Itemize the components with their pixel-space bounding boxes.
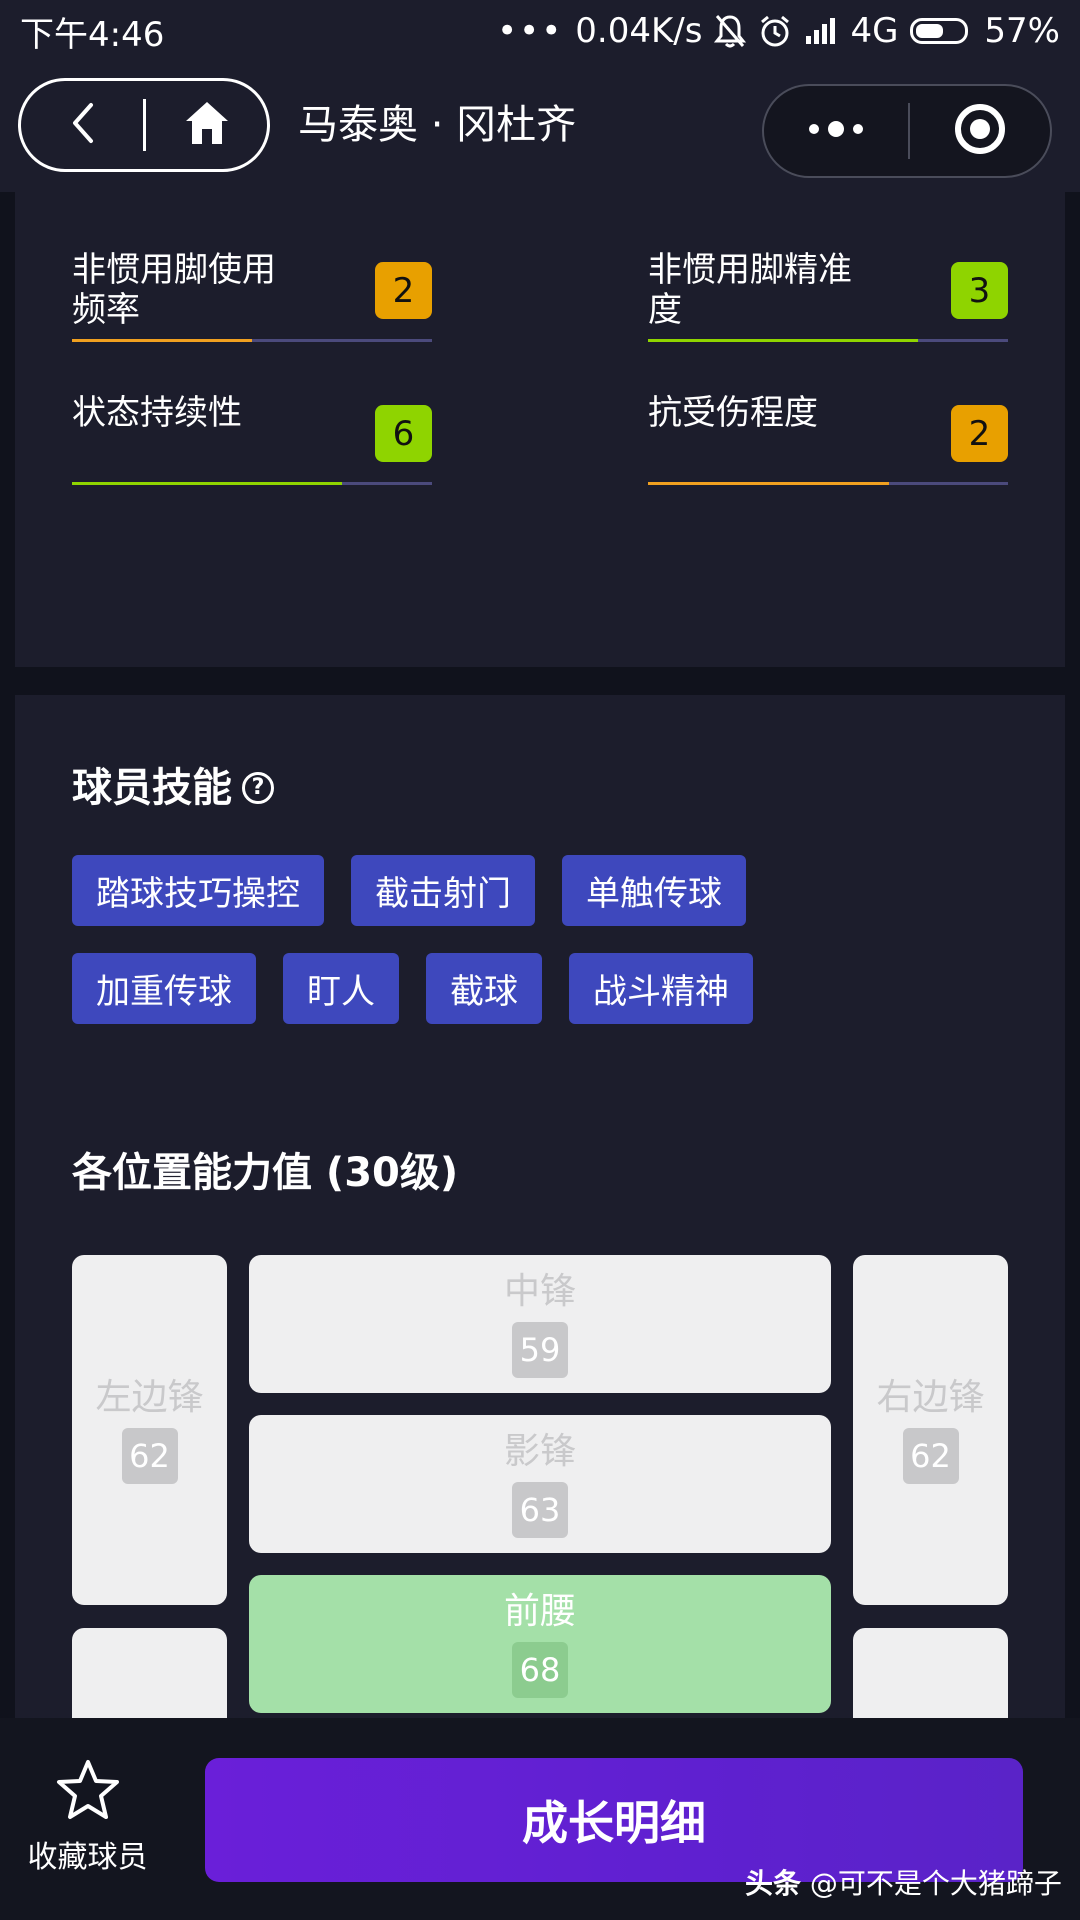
battery-icon <box>910 18 969 44</box>
watermark-source: 头条 <box>745 1867 802 1900</box>
favorite-player-button[interactable]: 收藏球员 <box>20 1758 155 1888</box>
mute-bell-icon <box>714 14 747 48</box>
position-name: 中锋 <box>503 1271 576 1312</box>
skill-tag[interactable]: 盯人 <box>283 953 399 1024</box>
battery-level <box>916 24 943 38</box>
position-rating: 68 <box>512 1642 568 1698</box>
position-rating: 62 <box>902 1428 959 1484</box>
skill-tag[interactable]: 截球 <box>426 953 542 1024</box>
position-second-striker[interactable]: 影锋 63 <box>249 1415 831 1553</box>
network-speed: 0.04K/s <box>575 11 703 51</box>
stat-bar-fill <box>72 482 342 485</box>
watermark-author: @可不是个大猪蹄子 <box>809 1867 1062 1900</box>
position-box-partial-right[interactable] <box>853 1628 1008 1720</box>
skill-tag[interactable]: 单触传球 <box>562 855 746 926</box>
stat-badge: 6 <box>375 405 432 462</box>
positions-section-title: 各位置能力值 (30级) <box>72 1150 459 1196</box>
page-title: 马泰奥 · 冈杜齐 <box>298 102 577 148</box>
close-miniprogram-button[interactable] <box>910 86 1050 176</box>
skill-tag[interactable]: 战斗精神 <box>569 953 753 1024</box>
nav-capsule-left <box>18 78 270 172</box>
stat-weak-foot-accuracy: 非惯用脚精准度 3 <box>648 192 1008 347</box>
skill-tag[interactable]: 加重传球 <box>72 953 256 1024</box>
stat-bar <box>72 482 432 485</box>
stat-label: 非惯用脚使用频率 <box>72 250 276 330</box>
status-icons: ••• 0.04K/s 4G 57% <box>497 11 1060 51</box>
stat-weak-foot-usage: 非惯用脚使用频率 2 <box>72 192 432 347</box>
target-circle-icon <box>953 102 1007 160</box>
watermark: 头条 @可不是个大猪蹄子 <box>745 1862 1062 1902</box>
stat-badge: 2 <box>951 405 1008 462</box>
position-left-wing[interactable]: 左边锋 62 <box>72 1255 227 1605</box>
more-dots-indicator: ••• <box>497 11 564 51</box>
skills-section-title: 球员技能 ? <box>72 763 274 813</box>
position-name: 前腰 <box>503 1591 576 1632</box>
position-name: 左边锋 <box>95 1377 204 1418</box>
more-menu-button[interactable] <box>764 86 908 176</box>
stat-badge: 2 <box>375 262 432 319</box>
more-dots-icon <box>806 119 866 143</box>
position-name: 右边锋 <box>876 1377 985 1418</box>
stat-bar <box>648 482 1008 485</box>
position-box-partial-left[interactable] <box>72 1628 227 1720</box>
star-icon <box>55 1758 121 1826</box>
skill-tags: 踏球技巧操控 截击射门 单触传球 加重传球 盯人 截球 战斗精神 <box>72 855 1022 1051</box>
position-rating: 59 <box>512 1322 568 1378</box>
stat-badge: 3 <box>951 262 1008 319</box>
position-rating: 63 <box>512 1482 568 1538</box>
back-button[interactable] <box>21 81 143 169</box>
help-icon[interactable]: ? <box>242 772 274 804</box>
skill-tag[interactable]: 踏球技巧操控 <box>72 855 324 926</box>
stat-label: 非惯用脚精准度 <box>648 250 852 330</box>
stat-form-consistency: 状态持续性 6 <box>72 335 432 490</box>
nav-capsule-right <box>762 84 1052 178</box>
alarm-icon <box>758 14 792 48</box>
stat-label: 抗受伤程度 <box>648 393 818 433</box>
skill-row: 加重传球 盯人 截球 战斗精神 <box>72 953 1022 1024</box>
stat-label: 状态持续性 <box>72 393 242 433</box>
stats-card: 非惯用脚使用频率 2 非惯用脚精准度 3 状态持续性 6 抗受伤程度 2 <box>15 192 1065 667</box>
status-time: 下午4:46 <box>20 14 165 55</box>
skill-row: 踏球技巧操控 截击射门 单触传球 <box>72 855 1022 926</box>
signal-icon <box>804 16 838 46</box>
favorite-label: 收藏球员 <box>27 1840 148 1875</box>
home-button[interactable] <box>146 81 267 169</box>
skills-title-text: 球员技能 <box>72 765 232 811</box>
skills-positions-card: 球员技能 ? 踏球技巧操控 截击射门 单触传球 加重传球 盯人 截球 战斗精神 … <box>15 695 1065 1720</box>
network-type: 4G <box>850 11 899 51</box>
status-bar: 下午4:46 ••• 0.04K/s 4G 57% <box>0 0 1080 62</box>
position-right-wing[interactable]: 右边锋 62 <box>853 1255 1008 1605</box>
stat-injury-resistance: 抗受伤程度 2 <box>648 335 1008 490</box>
home-icon <box>183 99 231 151</box>
position-attacking-mid[interactable]: 前腰 68 <box>249 1575 831 1713</box>
skill-tag[interactable]: 截击射门 <box>351 855 535 926</box>
stat-bar-fill <box>648 482 890 485</box>
chevron-left-icon <box>67 101 97 149</box>
nav-bar: 马泰奥 · 冈杜齐 <box>0 62 1080 192</box>
position-name: 影锋 <box>503 1431 576 1472</box>
battery-percent: 57% <box>984 11 1060 51</box>
position-striker[interactable]: 中锋 59 <box>249 1255 831 1393</box>
position-rating: 62 <box>121 1428 178 1484</box>
